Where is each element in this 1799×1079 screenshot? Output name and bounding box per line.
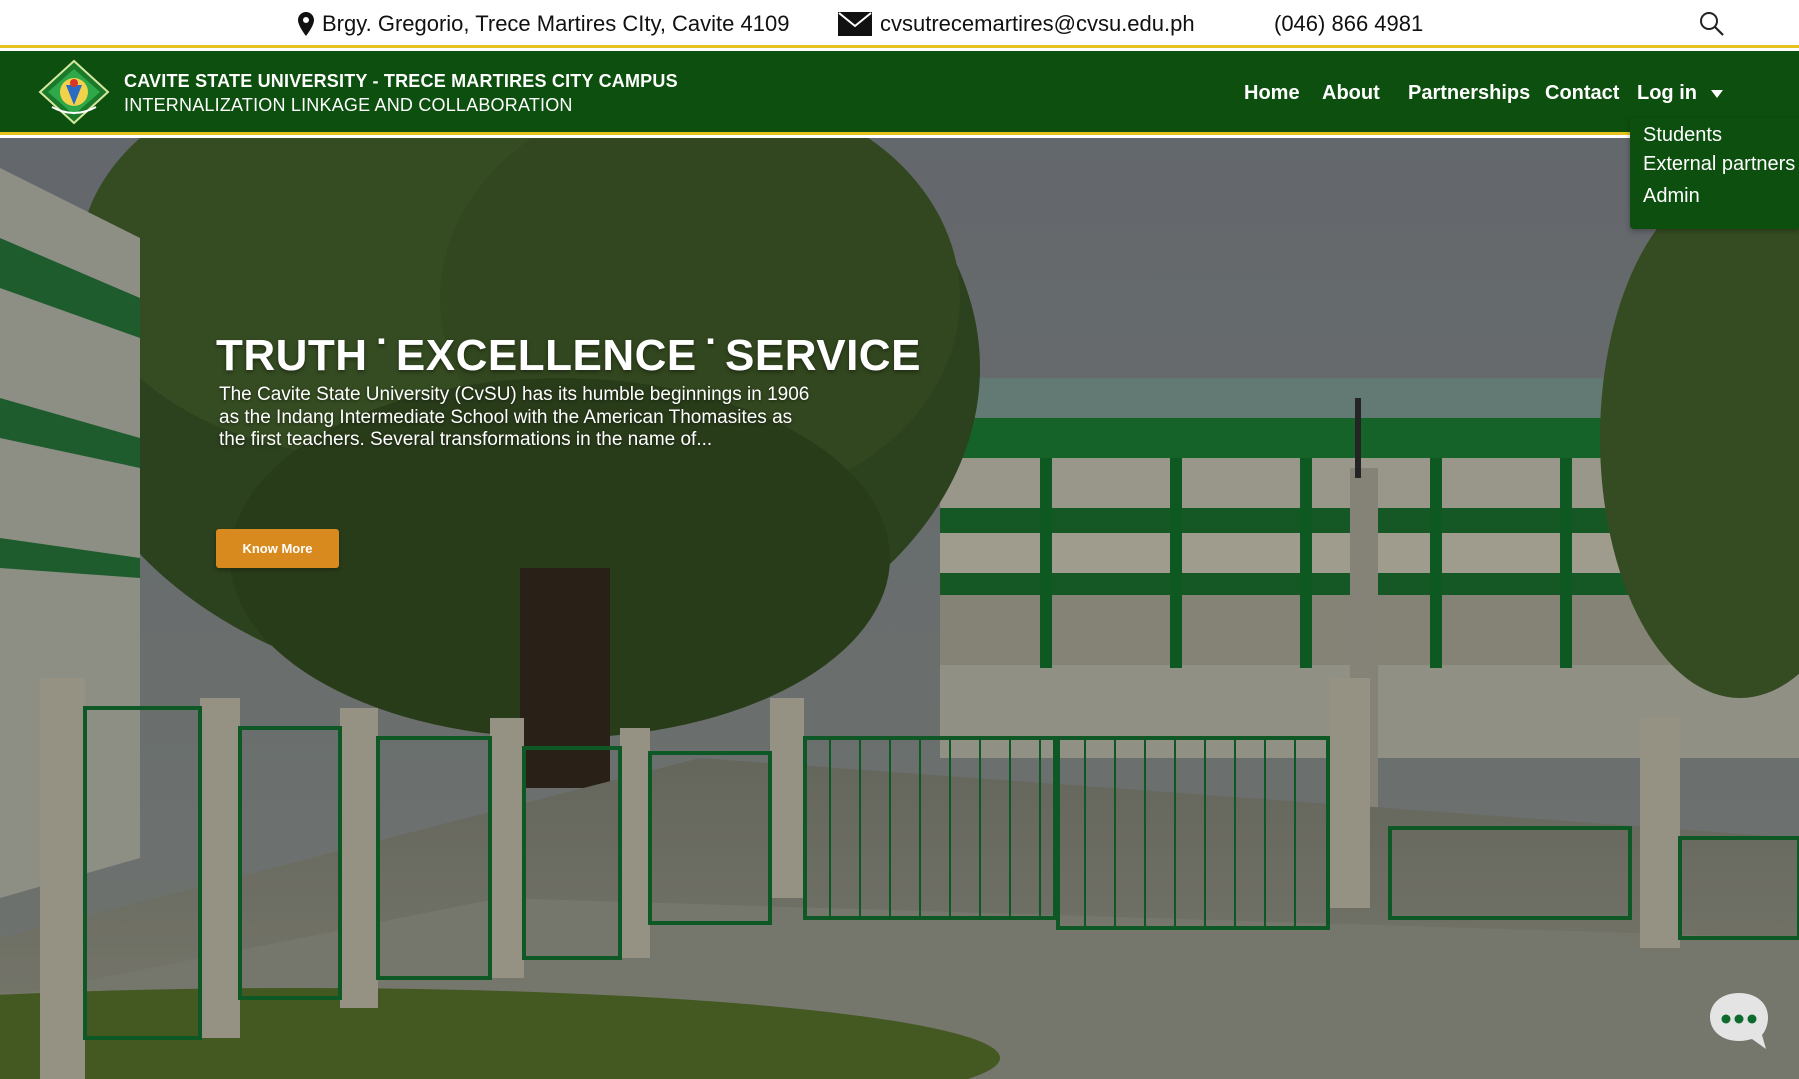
location-pin-icon (298, 12, 314, 36)
campus-background-image (0, 138, 1799, 1079)
contact-bar: Brgy. Gregorio, Trece Martires CIty, Cav… (0, 0, 1799, 48)
brand-title: CAVITE STATE UNIVERSITY - TRECE MARTIRES… (124, 71, 678, 91)
motto-excellence: EXCELLENCE (395, 331, 697, 380)
email-item[interactable]: cvsutrece martires@cvsu.edu.ph (838, 11, 1195, 37)
university-logo[interactable] (38, 59, 110, 125)
address-text: Brgy. Gregorio, Trece Martires CIty, Cav… (322, 11, 790, 36)
nav-about-link[interactable]: About (1322, 82, 1380, 105)
address-item: Brgy. Gregorio, Trece Martires CIty, Cav… (298, 11, 789, 37)
login-dropdown-menu: Students External partners Admin (1630, 118, 1799, 229)
login-label: Log in (1637, 82, 1697, 104)
nav-login-dropdown-toggle[interactable]: Log in (1637, 82, 1723, 105)
brand-subtitle: INTERNALIZATION LINKAGE AND COLLABORATIO… (124, 95, 573, 115)
motto-separator: ▪ (377, 328, 386, 353)
search-icon[interactable] (1698, 10, 1726, 38)
motto-separator: ▪ (706, 328, 716, 353)
motto-service: SERVICE (725, 331, 921, 380)
hero-section: TRUTH ▪ EXCELLENCE ▪ SERVICE The Cavite Stat… (0, 138, 1799, 1079)
nav-partnerships-link[interactable]: Partnerships (1408, 82, 1530, 105)
dropdown-item-admin[interactable]: Admin (1643, 185, 1700, 208)
email-text[interactable]: martires@cvsu.edu.ph (974, 11, 1194, 37)
envelope-icon (838, 12, 872, 36)
nav-home-link[interactable]: Home (1244, 82, 1300, 105)
email-text-bold[interactable]: cvsutrece (880, 11, 974, 37)
hero-description: The Cavite State University (CvSU) has i… (219, 384, 810, 450)
chat-bubble-icon[interactable] (1708, 991, 1770, 1051)
nav-contact-link[interactable]: Contact (1545, 82, 1619, 105)
main-navbar: CAVITE STATE UNIVERSITY - TRECE MARTIRES… (0, 51, 1799, 135)
dropdown-item-students[interactable]: Students (1643, 124, 1722, 147)
caret-down-icon (1710, 89, 1723, 98)
hero-motto-title: TRUTH ▪ EXCELLENCE ▪ SERVICE (216, 328, 921, 381)
know-more-button[interactable]: Know More (216, 529, 339, 568)
motto-truth: TRUTH (216, 331, 368, 380)
dropdown-item-external-partners[interactable]: External partners (1643, 153, 1795, 176)
phone-number: (046) 866 4981 (1274, 11, 1424, 36)
